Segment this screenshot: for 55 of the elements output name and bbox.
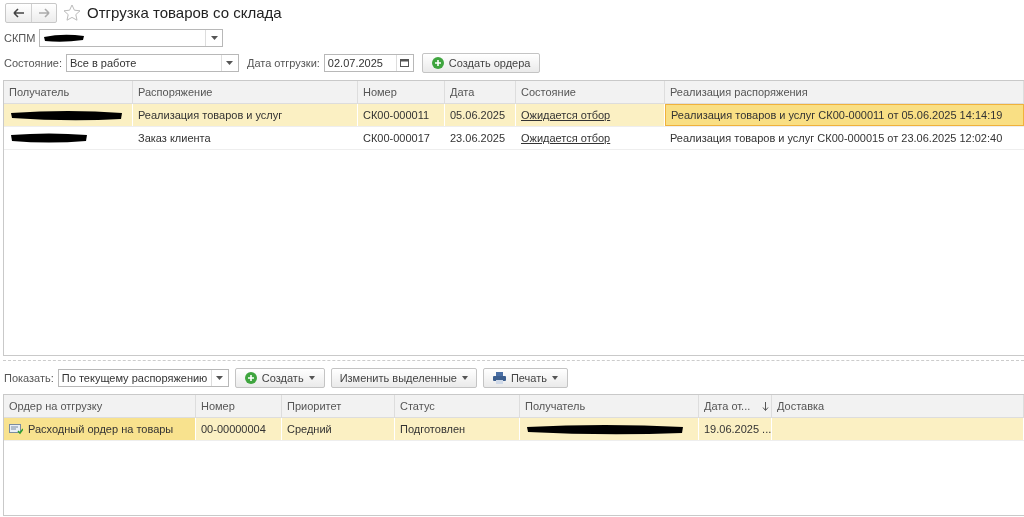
- column-title: Дата от...: [704, 400, 751, 412]
- column-header[interactable]: Дата от...: [699, 395, 772, 417]
- state-label: Состояние:: [4, 57, 62, 69]
- document-icon: [9, 423, 23, 435]
- table-cell[interactable]: Ожидается отбор: [516, 127, 665, 149]
- column-header[interactable]: Состояние: [516, 81, 665, 103]
- state-field[interactable]: Все в работе: [65, 54, 239, 72]
- right-arrow-icon: [38, 7, 50, 18]
- column-header[interactable]: Получатель: [520, 395, 699, 417]
- column-header[interactable]: Номер: [196, 395, 282, 417]
- column-title: Номер: [201, 400, 235, 412]
- column-header[interactable]: Реализация распоряжения: [665, 81, 1024, 103]
- toolbar-button[interactable]: Создать: [234, 367, 325, 388]
- column-header[interactable]: Номер: [358, 81, 445, 103]
- sort-arrow-icon: [762, 401, 770, 411]
- show-label: Показать:: [4, 371, 54, 384]
- column-title: Ордер на отгрузку: [9, 400, 103, 412]
- table-cell: СК00-000017: [358, 127, 445, 149]
- table-cell: Расходный ордер на товары: [4, 418, 196, 440]
- plus-icon: [244, 371, 257, 384]
- table-cell: Средний: [282, 418, 395, 440]
- column-header[interactable]: Доставка: [772, 395, 1024, 417]
- column-title: Статус: [400, 400, 435, 412]
- column-title: Получатель: [525, 400, 586, 412]
- star-icon[interactable]: [63, 3, 81, 22]
- plus-icon: [431, 57, 444, 69]
- column-title: Доставка: [777, 400, 825, 412]
- table-cell: Реализация товаров и услуг СК00-000015 от 23.06.2025 12:02:40: [665, 127, 1024, 149]
- table-cell: 00-00000004: [196, 418, 282, 440]
- create-orders-button[interactable]: Создать ордера: [421, 53, 541, 73]
- table-cell: 05.06.2025: [445, 104, 516, 126]
- table-cell: Подготовлен: [395, 418, 520, 440]
- table-cell: Реализация товаров и услуг СК00-000011 от 05.06.2025 14:14:19: [665, 104, 1024, 126]
- column-header[interactable]: Приоритет: [282, 395, 395, 417]
- warehouse-field[interactable]: [39, 28, 224, 47]
- date-label: Дата отгрузки:: [246, 57, 320, 69]
- table-cell: Заказ клиента: [133, 127, 358, 149]
- column-header[interactable]: Статус: [395, 395, 520, 417]
- toolbar-button[interactable]: Изменить выделенные: [330, 367, 477, 388]
- table-cell: Реализация товаров и услуг: [133, 104, 358, 126]
- show-field[interactable]: По текущему распоряжению: [57, 368, 229, 387]
- table-cell: СК00-000011: [358, 104, 445, 126]
- column-title: Приоритет: [287, 400, 342, 412]
- toolbar-button[interactable]: Печать: [482, 367, 568, 388]
- column-header[interactable]: Дата: [445, 81, 516, 103]
- window-title: Отгрузка товаров со склада: [87, 4, 282, 21]
- left-arrow-icon: [12, 7, 25, 18]
- column-header[interactable]: Получатель: [4, 81, 133, 103]
- printer-icon: [492, 371, 506, 384]
- column-header[interactable]: Ордер на отгрузку: [4, 395, 196, 417]
- table-cell: 23.06.2025: [445, 127, 516, 149]
- date-field[interactable]: 02.07.2025: [323, 54, 414, 72]
- column-header[interactable]: Распоряжение: [133, 81, 358, 103]
- table-cell: 19.06.2025 ...: [699, 418, 772, 440]
- warehouse-label: СКПМ: [4, 31, 36, 44]
